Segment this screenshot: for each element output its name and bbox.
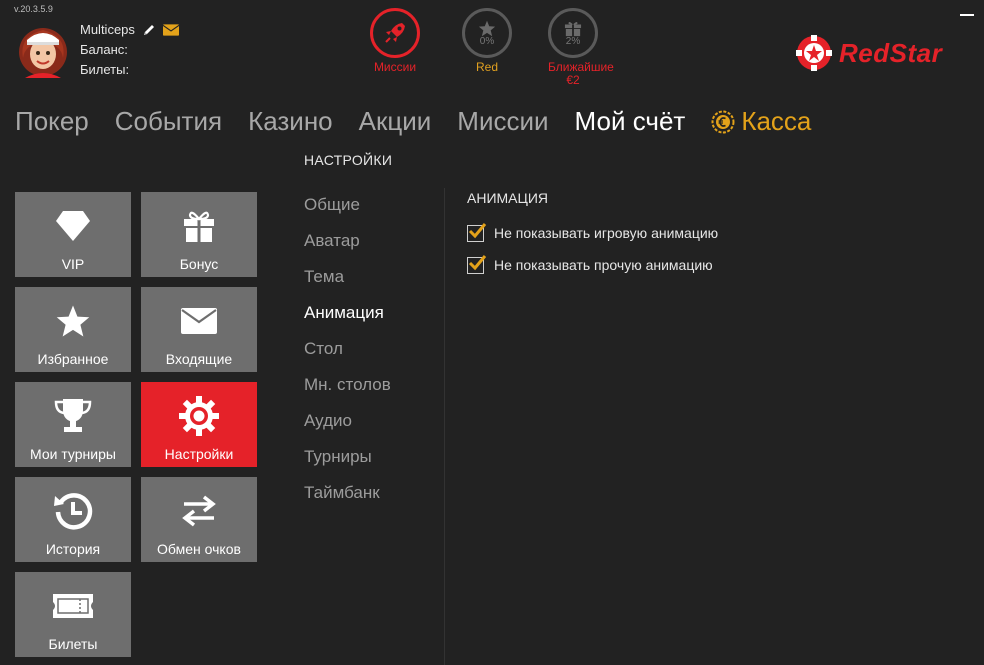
checkmark-icon [468, 254, 487, 270]
euro-coin-icon [711, 110, 735, 133]
tile-bonus-label: Бонус [179, 256, 219, 272]
checkmark-icon [468, 222, 487, 238]
hide-other-animation-label: Не показывать прочую анимацию [494, 257, 713, 273]
logo-text: RedStar [839, 37, 943, 68]
tile-vip[interactable]: VIP [15, 192, 131, 277]
settings-menu: Общие Аватар Тема Анимация Стол Мн. стол… [304, 193, 391, 517]
tile-history[interactable]: История [15, 477, 131, 562]
tile-favorites[interactable]: Избранное [15, 287, 131, 372]
missions-status[interactable]: Миссии [370, 8, 420, 87]
redstar-logo: RedStar [795, 34, 942, 72]
username: Multiceps [80, 22, 135, 37]
minimize-button[interactable] [960, 6, 974, 16]
tickets-label: Билеты: [80, 62, 130, 77]
nav-promotions[interactable]: Акции [359, 106, 432, 137]
hide-game-animation-checkbox[interactable] [467, 222, 487, 242]
nav-poker[interactable]: Покер [15, 106, 89, 137]
diamond-icon [56, 211, 90, 241]
animation-panel: АНИМАЦИЯ Не показывать игровую анимацию … [467, 190, 718, 281]
settings-item-timebank[interactable]: Таймбанк [304, 481, 391, 517]
tile-settings[interactable]: Настройки [141, 382, 257, 467]
settings-item-animation[interactable]: Анимация [304, 301, 391, 337]
settings-item-audio[interactable]: Аудио [304, 409, 391, 445]
tile-tickets-label: Билеты [48, 636, 98, 652]
nav-my-account[interactable]: Мой счёт [575, 106, 686, 137]
tile-history-label: История [45, 541, 101, 557]
nearest-status-percent: 2% [565, 35, 581, 47]
nav-casino[interactable]: Казино [248, 106, 333, 137]
tile-my-tournaments[interactable]: Мои турниры [15, 382, 131, 467]
envelope-icon[interactable] [162, 23, 179, 37]
gift-icon [564, 21, 582, 36]
gear-icon [179, 396, 219, 436]
tile-vip-label: VIP [61, 256, 85, 272]
red-status-percent: 0% [479, 35, 495, 47]
version-label: v.20.3.5.9 [14, 4, 53, 14]
option-row: Не показывать прочую анимацию [467, 249, 718, 281]
history-icon [54, 493, 93, 530]
tile-points-exchange-label: Обмен очков [157, 541, 241, 557]
settings-item-tournaments[interactable]: Турниры [304, 445, 391, 481]
balance-label: Баланс: [80, 42, 128, 57]
avatar[interactable] [15, 22, 71, 78]
main-nav: Покер События Казино Акции Миссии Мой сч… [15, 106, 837, 137]
rocket-icon [370, 8, 420, 58]
nearest-status[interactable]: 2% Ближайшие €2 [548, 8, 614, 87]
trophy-icon [54, 399, 92, 432]
hide-other-animation-checkbox[interactable] [467, 254, 487, 274]
settings-item-multitable[interactable]: Мн. столов [304, 373, 391, 409]
red-status[interactable]: 0% Red [462, 8, 512, 87]
tile-favorites-label: Избранное [37, 351, 109, 367]
panel-divider [444, 188, 445, 665]
exchange-icon [182, 495, 216, 527]
tile-inbox-label: Входящие [165, 351, 233, 367]
settings-item-general[interactable]: Общие [304, 193, 391, 229]
settings-title: НАСТРОЙКИ [304, 152, 393, 168]
nearest-status-label: Ближайшие €2 [548, 60, 614, 87]
animation-title: АНИМАЦИЯ [467, 190, 549, 206]
tile-points-exchange[interactable]: Обмен очков [141, 477, 257, 562]
option-row: Не показывать игровую анимацию [467, 217, 718, 249]
tile-my-tournaments-label: Мои турниры [30, 446, 116, 462]
missions-status-label: Миссии [373, 60, 417, 74]
nav-cashier[interactable]: Касса [711, 106, 811, 137]
tile-inbox[interactable]: Входящие [141, 287, 257, 372]
settings-item-theme[interactable]: Тема [304, 265, 391, 301]
hide-game-animation-label: Не показывать игровую анимацию [494, 225, 719, 241]
star-icon [56, 305, 90, 337]
nav-events[interactable]: События [115, 106, 222, 137]
nav-cashier-label: Касса [741, 106, 812, 136]
nav-missions[interactable]: Миссии [457, 106, 548, 137]
envelope-icon [181, 308, 217, 334]
settings-item-avatar[interactable]: Аватар [304, 229, 391, 265]
ticket-icon [53, 594, 93, 618]
tile-bonus[interactable]: Бонус [141, 192, 257, 277]
star-icon [478, 20, 496, 36]
pencil-icon[interactable] [141, 23, 157, 37]
gift-icon [184, 211, 214, 242]
poker-chip-icon [796, 35, 832, 71]
red-status-label: Red [475, 60, 498, 74]
tile-tickets[interactable]: Билеты [15, 572, 131, 657]
tile-settings-label: Настройки [164, 446, 234, 462]
settings-item-table[interactable]: Стол [304, 337, 391, 373]
